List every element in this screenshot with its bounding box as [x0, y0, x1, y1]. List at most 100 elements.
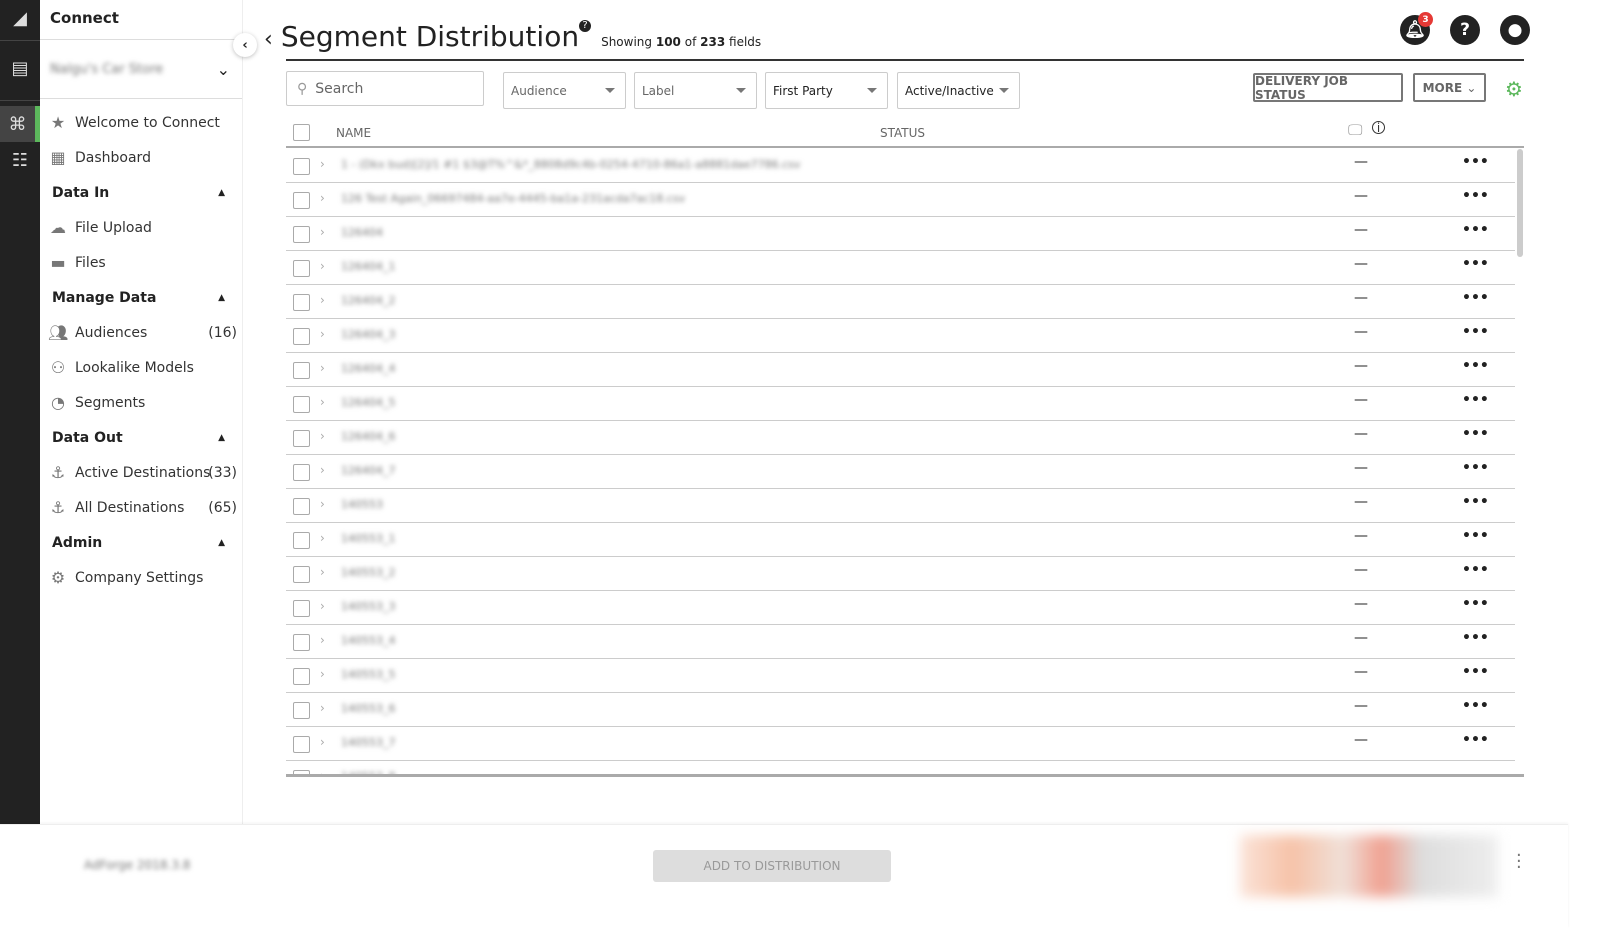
row-checkbox[interactable]: [293, 634, 310, 651]
expand-chevron-icon[interactable]: ›: [320, 599, 325, 613]
table-row[interactable]: › 140553_3 — •••: [286, 591, 1515, 625]
row-checkbox[interactable]: [293, 430, 310, 447]
row-menu-icon[interactable]: •••: [1462, 698, 1489, 714]
table-row[interactable]: › 126404_2 — •••: [286, 285, 1515, 319]
expand-chevron-icon[interactable]: ›: [320, 191, 325, 205]
section-data-out[interactable]: Data Out ▲: [40, 420, 243, 455]
help-icon[interactable]: ?: [579, 20, 592, 32]
expand-chevron-icon[interactable]: ›: [320, 633, 325, 647]
row-menu-icon[interactable]: •••: [1462, 324, 1489, 340]
info-icon[interactable]: i: [1372, 121, 1385, 134]
row-menu-icon[interactable]: •••: [1462, 426, 1489, 442]
row-menu-icon[interactable]: •••: [1462, 290, 1489, 306]
row-checkbox[interactable]: [293, 192, 310, 209]
expand-chevron-icon[interactable]: ›: [320, 395, 325, 409]
select-all-checkbox[interactable]: [293, 124, 310, 141]
table-row[interactable]: › 140553_4 — •••: [286, 625, 1515, 659]
row-menu-icon[interactable]: •••: [1462, 358, 1489, 374]
expand-chevron-icon[interactable]: ›: [320, 735, 325, 749]
row-menu-icon[interactable]: •••: [1462, 732, 1489, 748]
sidebar-item-segments[interactable]: ◔ Segments: [40, 385, 243, 420]
row-checkbox[interactable]: [293, 158, 310, 175]
section-admin[interactable]: Admin ▲: [40, 525, 243, 560]
table-row[interactable]: › 140553_8: [286, 761, 1515, 774]
expand-chevron-icon[interactable]: ›: [320, 259, 325, 273]
table-row[interactable]: › 140553_1 — •••: [286, 523, 1515, 557]
add-to-distribution-button[interactable]: ADD TO DISTRIBUTION: [653, 850, 891, 882]
table-row[interactable]: › 140553_7 — •••: [286, 727, 1515, 761]
row-checkbox[interactable]: [293, 566, 310, 583]
column-status[interactable]: STATUS: [880, 126, 925, 140]
row-checkbox[interactable]: [293, 600, 310, 617]
row-menu-icon[interactable]: •••: [1462, 154, 1489, 170]
row-checkbox[interactable]: [293, 736, 310, 753]
row-menu-icon[interactable]: •••: [1462, 392, 1489, 408]
row-checkbox[interactable]: [293, 294, 310, 311]
connect-icon[interactable]: ⌘: [0, 106, 40, 142]
label-dropdown[interactable]: Label: [634, 72, 757, 109]
document-icon[interactable]: ▤: [0, 50, 40, 86]
sidebar-item-company-settings[interactable]: ⚙ Company Settings: [40, 560, 243, 595]
account-selector[interactable]: Nalgu's Car Store ⌄: [40, 40, 242, 99]
row-menu-icon[interactable]: •••: [1462, 630, 1489, 646]
sidebar-item-file-upload[interactable]: ☁ File Upload: [40, 210, 243, 245]
settings-gear-icon[interactable]: ⚙: [1505, 77, 1523, 101]
row-menu-icon[interactable]: •••: [1462, 494, 1489, 510]
collapse-sidebar-button[interactable]: ‹: [233, 33, 257, 57]
row-menu-icon[interactable]: •••: [1462, 562, 1489, 578]
expand-chevron-icon[interactable]: ›: [320, 667, 325, 681]
row-checkbox[interactable]: [293, 498, 310, 515]
scrollbar[interactable]: [1517, 149, 1523, 257]
sidebar-item-active-destinations[interactable]: ⚓︎ Active Destinations (33): [40, 455, 243, 490]
row-checkbox[interactable]: [293, 532, 310, 549]
expand-chevron-icon[interactable]: ›: [320, 769, 325, 774]
expand-chevron-icon[interactable]: ›: [320, 497, 325, 511]
more-button[interactable]: MORE ⌄: [1413, 73, 1486, 102]
row-menu-icon[interactable]: •••: [1462, 256, 1489, 272]
sidebar-item-files[interactable]: ▬ Files: [40, 245, 243, 280]
expand-chevron-icon[interactable]: ›: [320, 293, 325, 307]
row-checkbox[interactable]: [293, 328, 310, 345]
sidebar-item-audiences[interactable]: 👥︎ Audiences (16): [40, 315, 243, 350]
table-row[interactable]: › 126404_7 — •••: [286, 455, 1515, 489]
logo-icon[interactable]: ◢: [0, 0, 40, 36]
section-manage-data[interactable]: Manage Data ▲: [40, 280, 243, 315]
table-row[interactable]: › 126404_1 — •••: [286, 251, 1515, 285]
row-menu-icon[interactable]: •••: [1462, 664, 1489, 680]
user-icon[interactable]: ●: [1500, 15, 1530, 45]
row-menu-icon[interactable]: •••: [1462, 596, 1489, 612]
help-icon[interactable]: ?: [1450, 15, 1480, 45]
sidebar-item-welcome-to-connect[interactable]: ★ Welcome to Connect: [40, 105, 243, 140]
kebab-menu-icon[interactable]: · · ·: [1516, 847, 1522, 877]
table-row[interactable]: › 126404 — •••: [286, 217, 1515, 251]
sidebar-item-lookalike-models[interactable]: ⚇ Lookalike Models: [40, 350, 243, 385]
row-checkbox[interactable]: [293, 464, 310, 481]
expand-chevron-icon[interactable]: ›: [320, 327, 325, 341]
expand-chevron-icon[interactable]: ›: [320, 531, 325, 545]
expand-chevron-icon[interactable]: ›: [320, 565, 325, 579]
party-dropdown[interactable]: First Party: [765, 72, 888, 109]
table-row[interactable]: › 126404_4 — •••: [286, 353, 1515, 387]
table-row[interactable]: › 126 Test Again_06697484-aa7e-4445-ba1a-…: [286, 183, 1515, 217]
row-menu-icon[interactable]: •••: [1462, 460, 1489, 476]
audience-dropdown[interactable]: Audience: [503, 72, 626, 109]
row-checkbox[interactable]: [293, 226, 310, 243]
delivery-job-status-button[interactable]: DELIVERY JOB STATUS: [1253, 73, 1403, 102]
expand-chevron-icon[interactable]: ›: [320, 701, 325, 715]
expand-chevron-icon[interactable]: ›: [320, 463, 325, 477]
expand-chevron-icon[interactable]: ›: [320, 361, 325, 375]
row-menu-icon[interactable]: •••: [1462, 188, 1489, 204]
table-row[interactable]: › 140553 — •••: [286, 489, 1515, 523]
row-menu-icon[interactable]: •••: [1462, 222, 1489, 238]
column-name[interactable]: NAME: [336, 126, 371, 140]
search-input[interactable]: ⚲ Search: [286, 71, 484, 106]
table-row[interactable]: › 140553_5 — •••: [286, 659, 1515, 693]
table-row[interactable]: › 1 - (Dkx bud)[2]/1 #1 $3@T%^&*_8808d9c4…: [286, 149, 1515, 183]
row-menu-icon[interactable]: •••: [1462, 528, 1489, 544]
table-row[interactable]: › 126404_5 — •••: [286, 387, 1515, 421]
row-checkbox[interactable]: [293, 668, 310, 685]
section-data-in[interactable]: Data In ▲: [40, 175, 243, 210]
expand-chevron-icon[interactable]: ›: [320, 429, 325, 443]
catalog-icon[interactable]: ☷: [0, 142, 40, 178]
back-icon[interactable]: ‹: [264, 27, 273, 52]
